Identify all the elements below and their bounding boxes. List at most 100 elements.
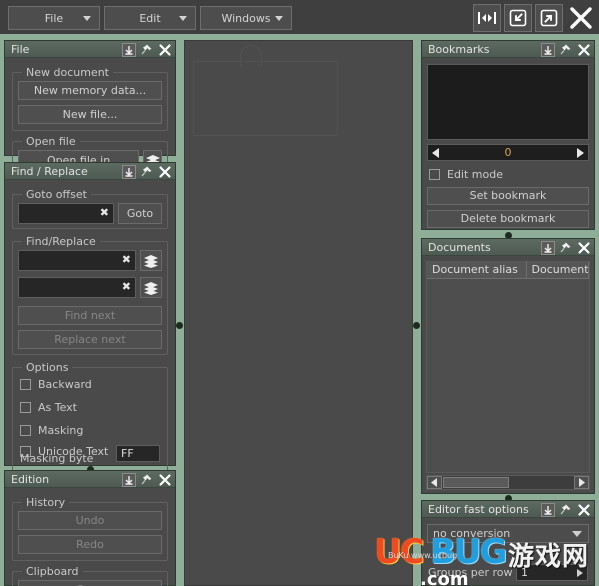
scroll-right-button[interactable] — [574, 476, 589, 489]
close-icon[interactable] — [157, 42, 172, 57]
close-icon[interactable] — [576, 240, 591, 255]
checkbox[interactable] — [20, 425, 31, 436]
close-icon[interactable] — [576, 42, 591, 57]
chevron-down-icon — [275, 16, 283, 21]
resize-horizontal-icon[interactable] — [473, 4, 501, 32]
arrow-left-icon[interactable] — [432, 147, 439, 158]
dock-down-icon[interactable] — [122, 164, 136, 179]
splitter-left-handle[interactable] — [176, 322, 183, 329]
pin-icon[interactable] — [558, 42, 573, 57]
panel-find-replace-body: Goto offset ✖ Goto Find/Replace ✖ ✖ Find… — [5, 181, 175, 502]
undo-button[interactable]: Undo — [18, 511, 162, 530]
masking-byte-input[interactable]: FF — [116, 445, 160, 462]
find-input[interactable]: ✖ — [18, 250, 136, 271]
group-new-document: New document New memory data... New file… — [12, 66, 168, 131]
close-icon[interactable] — [157, 472, 172, 487]
close-window-icon[interactable] — [566, 4, 596, 32]
panel-find-replace-titlebar[interactable]: Find / Replace — [5, 163, 175, 180]
option-masking[interactable]: Masking — [20, 424, 162, 437]
new-memory-data-button[interactable]: New memory data... — [18, 81, 162, 100]
menu-windows[interactable]: Windows — [200, 6, 292, 30]
dock-down-icon[interactable] — [541, 42, 555, 57]
panel-file-title: File — [11, 42, 30, 56]
goto-button[interactable]: Goto — [118, 203, 162, 224]
menu-edit[interactable]: Edit — [104, 6, 196, 30]
edit-mode-checkbox-row[interactable]: Edit mode — [429, 168, 589, 181]
pin-icon[interactable] — [558, 240, 573, 255]
documents-horizontal-scrollbar[interactable] — [426, 475, 590, 490]
column-header-document-type[interactable]: Document t — [526, 262, 589, 279]
documents-table[interactable]: Document alias Document t — [426, 261, 590, 473]
scrollbar-thumb[interactable] — [443, 477, 509, 488]
layers-icon[interactable] — [140, 250, 162, 271]
clear-icon[interactable]: ✖ — [122, 280, 131, 293]
splitter-right-handle[interactable] — [413, 322, 420, 329]
checkbox[interactable] — [429, 169, 440, 180]
new-file-button[interactable]: New file... — [18, 105, 162, 124]
panel-bookmarks-titlebar[interactable]: Bookmarks — [422, 41, 594, 58]
set-bookmark-button[interactable]: Set bookmark — [427, 187, 589, 205]
panel-editor-fast-options: Editor fast options no conversion Groups… — [421, 500, 595, 586]
pin-icon[interactable] — [558, 502, 573, 517]
menu-windows-label: Windows — [221, 11, 271, 25]
replace-input[interactable]: ✖ — [18, 277, 136, 298]
panel-file-titlebar[interactable]: File — [5, 41, 175, 58]
groups-per-row-row: Groups per row 1 — [428, 564, 588, 581]
groups-per-row-spinner[interactable]: 1 — [516, 564, 588, 581]
group-find-replace-label: Find/Replace — [22, 235, 100, 248]
dock-down-icon[interactable] — [541, 502, 555, 517]
panel-editor-fast-options-titlebar[interactable]: Editor fast options — [422, 501, 594, 518]
maximize-window-icon[interactable] — [535, 4, 563, 32]
panel-documents-title: Documents — [428, 240, 491, 254]
overlap-group-unicode-masking-byte: Unicode Text Masking byte FF — [20, 445, 162, 467]
clear-icon[interactable]: ✖ — [100, 206, 109, 219]
option-as-text[interactable]: As Text — [20, 401, 162, 414]
group-find-replace: Find/Replace ✖ ✖ Find next Replace next — [12, 235, 168, 355]
bookmark-index-spinner[interactable]: 0 — [427, 144, 589, 161]
menu-file[interactable]: File — [8, 6, 100, 30]
pin-icon[interactable] — [139, 164, 154, 179]
editor-canvas[interactable] — [184, 40, 413, 586]
copy-button[interactable]: Copy — [18, 580, 162, 586]
layers-icon[interactable] — [140, 277, 162, 298]
panel-bookmarks-body: 0 Edit mode Set bookmark Delete bookmark — [422, 59, 594, 229]
goto-offset-input[interactable]: ✖ — [18, 203, 114, 224]
group-clipboard: Clipboard Copy — [12, 565, 168, 586]
checkbox[interactable] — [20, 402, 31, 413]
checkbox[interactable] — [20, 379, 31, 390]
group-new-document-label: New document — [22, 66, 113, 79]
panel-bookmarks: Bookmarks 0 Edit mode Set bookmark Delet… — [421, 40, 595, 230]
conversion-combo[interactable]: no conversion — [427, 524, 589, 543]
option-backward[interactable]: Backward — [20, 378, 162, 391]
scroll-left-button[interactable] — [427, 476, 442, 489]
menu-bar: File Edit Windows — [0, 0, 599, 36]
dock-down-icon[interactable] — [122, 472, 136, 487]
panel-edition: Edition History Undo Redo Clipboard — [4, 470, 176, 586]
groups-per-row-label: Groups per row — [428, 566, 513, 579]
arrow-right-icon[interactable] — [577, 147, 584, 158]
bookmarks-list[interactable] — [427, 64, 589, 140]
find-next-button[interactable]: Find next — [18, 306, 162, 325]
restore-window-icon[interactable] — [504, 4, 532, 32]
pin-icon[interactable] — [139, 42, 154, 57]
pin-icon[interactable] — [139, 472, 154, 487]
column-header-document-alias[interactable]: Document alias — [427, 262, 527, 279]
clear-icon[interactable]: ✖ — [122, 253, 131, 266]
splitter-left[interactable] — [176, 38, 184, 586]
delete-bookmark-button[interactable]: Delete bookmark — [427, 210, 589, 228]
menu-edit-label: Edit — [139, 11, 161, 25]
panel-bookmarks-title: Bookmarks — [428, 42, 490, 56]
panel-editor-fast-options-title: Editor fast options — [428, 502, 529, 516]
group-clipboard-label: Clipboard — [22, 565, 83, 578]
panel-edition-titlebar[interactable]: Edition — [5, 471, 175, 488]
dock-down-icon[interactable] — [541, 240, 555, 255]
arrow-right-icon[interactable] — [577, 568, 583, 577]
splitter-right[interactable] — [413, 38, 421, 586]
group-history: History Undo Redo — [12, 496, 168, 561]
panel-documents-titlebar[interactable]: Documents — [422, 239, 594, 256]
redo-button[interactable]: Redo — [18, 535, 162, 554]
close-icon[interactable] — [576, 502, 591, 517]
dock-down-icon[interactable] — [122, 42, 136, 57]
replace-next-button[interactable]: Replace next — [18, 330, 162, 349]
close-icon[interactable] — [157, 164, 172, 179]
